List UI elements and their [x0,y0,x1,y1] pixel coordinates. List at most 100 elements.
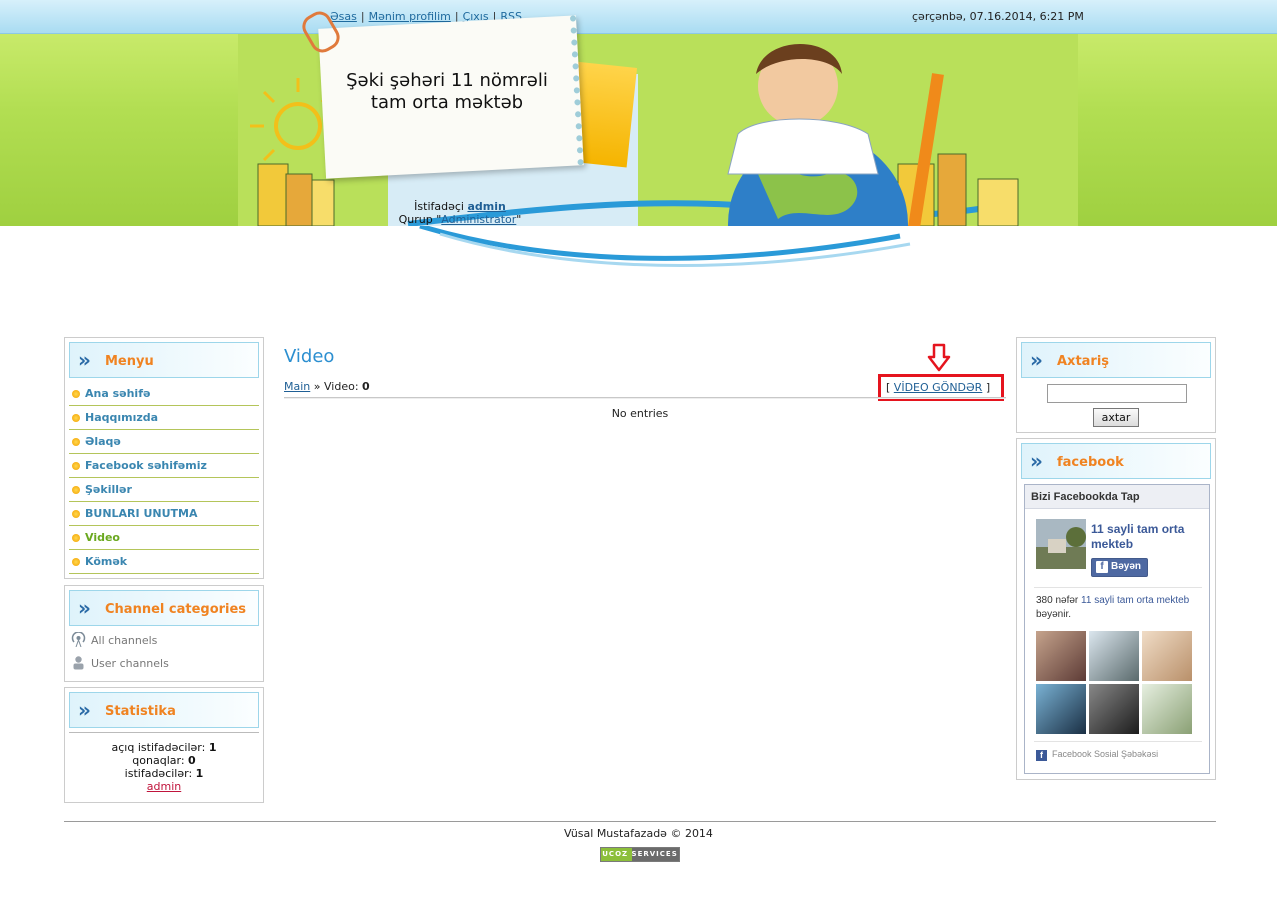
site-title[interactable]: Şəki şəhəri 11 nömrəli tam orta məktəb [330,70,564,114]
statistics-header: » Statistika [69,692,259,728]
bullet-icon [72,462,80,470]
top-bar: Əsas | Mənim profilim | Çıxış | RSS çərçənbə, … [0,0,1277,34]
facebook-page-name[interactable]: 11 sayli tam orta mekteb [1091,522,1207,552]
search-block-title: Axtariş [1057,354,1110,369]
facebook-fan-avatar[interactable] [1089,684,1139,734]
facebook-footer[interactable]: f Facebook Sosial Şəbəkəsi [1036,749,1158,761]
search-input[interactable] [1047,384,1187,403]
breadcrumb-current: Video: [324,380,359,393]
site-title-line1: Şəki şəhəri 11 nömrəli [346,70,548,91]
menu-item[interactable]: Əlaqə [69,430,259,454]
arrow-down-icon [927,343,951,372]
send-video-link[interactable]: VİDEO GÖNDƏR [894,381,983,394]
nav-link-profile[interactable]: Mənim profilim [369,10,451,23]
menu-item-link[interactable]: BUNLARI UNUTMA [85,507,197,520]
menu-item[interactable]: Haqqımızda [69,406,259,430]
users-label: istifadəcilər: [124,767,193,780]
facebook-divider [1034,587,1202,588]
facebook-likes-prefix: 380 nəfər [1036,595,1079,606]
group-suffix: " [516,213,522,226]
user-info: İstifadəçi admin Qurup "Administrator" [395,200,525,226]
facebook-fan-avatar[interactable] [1089,631,1139,681]
menu-block-header: » Menyu [69,342,259,378]
facebook-block-header: » facebook [1021,443,1211,479]
channel-item-user[interactable]: User channels [69,653,263,676]
facebook-f-icon: f [1036,750,1047,761]
guests-value: 0 [188,754,196,767]
channel-categories-header: » Channel categories [69,590,259,626]
menu-item-link[interactable]: Kömək [85,555,127,568]
content-divider [284,397,1006,399]
facebook-widget: Bizi Facebookda Tap 11 sayli tam orta me… [1024,484,1210,774]
facebook-likes-suffix: bəyənir. [1036,609,1072,620]
online-user-link[interactable]: admin [147,780,181,793]
menu-item[interactable]: Ana səhifə [69,382,259,406]
statistics-block: » Statistika açıq istifadəcilər: 1 qonaq… [64,687,264,803]
guests-label: qonaqlar: [132,754,185,767]
copyright-text: Vüsal Mustafazadə © 2014 [564,827,713,840]
menu-item[interactable]: BUNLARI UNUTMA [69,502,259,526]
facebook-fan-avatar[interactable] [1142,631,1192,681]
channel-item-all[interactable]: All channels [69,630,263,653]
bullet-icon [72,558,80,566]
menu-item[interactable]: Kömək [69,550,259,574]
bullet-icon [72,438,80,446]
header-banner [0,34,1277,226]
empty-state-text: No entries [611,407,669,420]
facebook-fan-avatar[interactable] [1142,684,1192,734]
facebook-f-icon: f [1096,561,1108,573]
facebook-likes-text: 380 nəfər 11 sayli tam orta mekteb bəyən… [1036,594,1208,622]
online-users-value: 1 [208,741,217,754]
send-bracket-open: [ [886,381,891,394]
page-title: Video [284,346,335,367]
menu-item-link[interactable]: Şəkillər [85,483,132,496]
facebook-fan-avatar[interactable] [1036,631,1086,681]
channel-link-all[interactable]: All channels [91,634,157,647]
facebook-fan-avatar[interactable] [1036,684,1086,734]
breadcrumb-separator: » [313,380,321,393]
menu-item-link[interactable]: Haqqımızda [85,411,158,424]
facebook-like-label: Bəyən [1111,561,1142,572]
menu-item[interactable]: Video [69,526,259,550]
nav-link-home[interactable]: Əsas [330,10,357,23]
group-link[interactable]: Administrator [441,213,516,226]
user-prefix: İstifadəçi [414,200,464,213]
double-chevron-icon: » [78,698,91,722]
facebook-block-title: facebook [1057,455,1124,470]
channel-link-user[interactable]: User channels [91,657,169,670]
username-link[interactable]: admin [467,200,505,213]
bullet-icon [72,414,80,422]
bullet-icon [72,510,80,518]
facebook-like-button[interactable]: f Bəyən [1091,558,1148,577]
facebook-widget-header: Bizi Facebookda Tap [1025,485,1209,509]
channel-categories-block: » Channel categories All channels User c… [64,585,264,682]
double-chevron-icon: » [1030,348,1043,372]
menu-item-link[interactable]: Əlaqə [85,435,121,448]
header-whitespace [0,226,1277,316]
menu-item-link[interactable]: Ana səhifə [85,387,150,400]
double-chevron-icon: » [78,596,91,620]
breadcrumb-home-link[interactable]: Main [284,380,310,393]
statistics-content: açıq istifadəcilər: 1 qonaqlar: 0 istifa… [69,732,259,793]
broadcast-icon [71,631,86,651]
facebook-page-avatar[interactable] [1036,519,1086,569]
menu-item[interactable]: Şəkillər [69,478,259,502]
entries-count: 0 [362,380,370,393]
menu-item[interactable]: Facebook səhifəmiz [69,454,259,478]
bullet-icon [72,390,80,398]
menu-item-link[interactable]: Facebook səhifəmiz [85,459,207,472]
online-users-label: açıq istifadəcilər: [111,741,206,754]
nav-separator: | [360,10,365,23]
footer-divider [64,821,1216,822]
user-icon [71,655,86,674]
search-button[interactable]: axtar [1093,408,1139,427]
facebook-likes-page[interactable]: 11 sayli tam orta mekteb [1081,595,1189,606]
search-block-header: » Axtariş [1021,342,1211,378]
facebook-divider [1034,741,1202,742]
ucoz-badge[interactable]: UCOZ SERVICES [600,847,680,862]
double-chevron-icon: » [1030,449,1043,473]
search-block: » Axtariş axtar [1016,337,1216,433]
menu-item-link[interactable]: Video [85,531,120,544]
statistics-title: Statistika [105,704,176,719]
channel-categories-title: Channel categories [105,602,247,617]
